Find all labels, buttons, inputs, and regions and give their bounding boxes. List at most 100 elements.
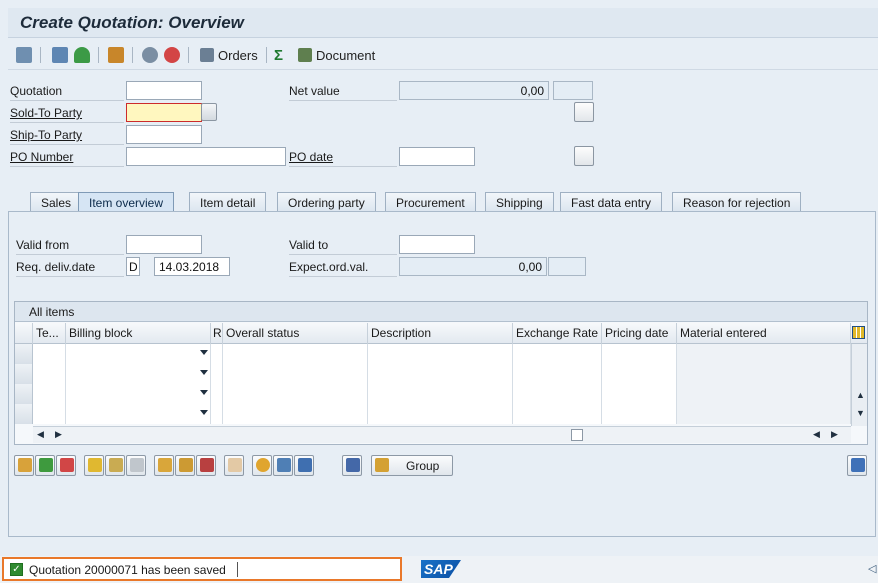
column-header[interactable]: Pricing date (602, 323, 677, 344)
delete-row-button[interactable] (56, 455, 76, 476)
table-cell[interactable] (513, 384, 602, 404)
scroll-right-icon[interactable]: ▶ (831, 429, 838, 440)
table-cell[interactable] (602, 384, 677, 404)
status-message-box[interactable]: ✓ Quotation 20000071 has been saved (2, 557, 402, 581)
table-cell[interactable] (223, 384, 368, 404)
deselect-all-button[interactable] (126, 455, 146, 476)
ship-to-party-input[interactable] (126, 125, 202, 144)
column-header[interactable]: Te... (33, 323, 66, 344)
collapse-status-icon[interactable]: ◁ (868, 562, 876, 575)
house-icon[interactable] (108, 46, 124, 64)
insert-row-button[interactable] (35, 455, 55, 476)
column-header[interactable]: Description (368, 323, 513, 344)
billing-block-cell[interactable] (66, 344, 211, 364)
row-selector[interactable] (15, 344, 33, 364)
scroll-down-icon[interactable]: ▼ (856, 408, 865, 418)
chevron-down-icon[interactable] (200, 410, 208, 415)
table-cell[interactable] (513, 404, 602, 424)
row-selector[interactable] (15, 384, 33, 404)
tab-shipping[interactable]: Shipping (485, 192, 554, 212)
table-cell[interactable] (33, 384, 66, 404)
valid-from-input[interactable] (126, 235, 202, 254)
scroll-thumb[interactable] (571, 429, 583, 441)
business-partner-icon[interactable] (74, 46, 90, 64)
table-cell[interactable] (33, 344, 66, 364)
availability-button[interactable] (196, 455, 216, 476)
po-date-label[interactable]: PO date (289, 150, 397, 167)
pricing-button[interactable] (154, 455, 174, 476)
tab-reason-for-rejection[interactable]: Reason for rejection (672, 192, 802, 212)
table-cell[interactable] (368, 344, 513, 364)
column-header[interactable]: R (211, 323, 223, 344)
table-row[interactable] (15, 384, 851, 404)
table-cell[interactable] (211, 344, 223, 364)
column-header[interactable]: Material entered (677, 323, 851, 344)
valid-to-input[interactable] (399, 235, 475, 254)
table-cell[interactable] (602, 364, 677, 384)
billing-block-cell[interactable] (66, 364, 211, 384)
search-document-icon[interactable] (574, 146, 594, 166)
tab-item-overview[interactable]: Item overview (78, 192, 175, 212)
table-cell[interactable] (33, 404, 66, 424)
scroll-left-icon[interactable]: ◀ (813, 429, 820, 440)
table-row[interactable] (15, 344, 851, 364)
item-details-button[interactable] (14, 455, 34, 476)
sort-button[interactable] (342, 455, 362, 476)
column-header[interactable]: Billing block (66, 323, 211, 344)
row-selector[interactable] (15, 404, 33, 424)
table-cell[interactable] (211, 404, 223, 424)
chevron-down-icon[interactable] (200, 390, 208, 395)
table-cell[interactable] (211, 384, 223, 404)
chevron-down-icon[interactable] (200, 350, 208, 355)
billing-block-cell[interactable] (66, 404, 211, 424)
sold-to-party-label[interactable]: Sold-To Party (10, 106, 124, 123)
scroll-up-icon[interactable]: ▲ (856, 390, 865, 400)
req-deliv-date-input[interactable] (154, 257, 230, 276)
tab-item-detail[interactable]: Item detail (189, 192, 267, 212)
value-help-button[interactable] (201, 103, 217, 121)
date-format-input[interactable] (126, 257, 140, 276)
table-cell[interactable] (368, 404, 513, 424)
scroll-left-icon[interactable]: ◀ (37, 429, 44, 440)
lab-button[interactable] (273, 455, 293, 476)
chevron-down-icon[interactable] (200, 370, 208, 375)
configuration-button[interactable] (175, 455, 195, 476)
tab-procurement[interactable]: Procurement (385, 192, 476, 212)
po-number-label[interactable]: PO Number (10, 150, 124, 167)
table-cell[interactable] (602, 344, 677, 364)
table-cell[interactable] (513, 344, 602, 364)
column-header[interactable]: Exchange Rate (513, 323, 602, 344)
display-change-icon[interactable] (16, 46, 32, 64)
tab-fast-data-entry[interactable]: Fast data entry (560, 192, 663, 212)
column-header[interactable]: Overall status (223, 323, 368, 344)
orders-button[interactable]: Orders (200, 46, 258, 64)
delete-icon[interactable] (164, 46, 180, 64)
table-cell[interactable] (513, 364, 602, 384)
scroll-right-icon[interactable]: ▶ (55, 429, 62, 440)
quotation-input[interactable] (126, 81, 202, 100)
header-details-icon[interactable] (52, 46, 68, 64)
select-block-button[interactable] (105, 455, 125, 476)
table-row[interactable] (15, 404, 851, 424)
sold-to-party-input[interactable] (126, 103, 202, 122)
refresh-button[interactable] (252, 455, 272, 476)
table-cell[interactable] (33, 364, 66, 384)
horizontal-scrollbar[interactable]: ◀ ▶ ◀ ▶ (33, 426, 851, 443)
group-button[interactable]: Group (371, 455, 453, 476)
table-cell[interactable] (223, 344, 368, 364)
table-cell[interactable] (223, 364, 368, 384)
table-cell[interactable] (368, 384, 513, 404)
table-settings-button[interactable] (847, 455, 867, 476)
document-button[interactable]: Document (298, 46, 375, 64)
tab-sales[interactable]: Sales (30, 192, 83, 212)
new-document-icon[interactable] (574, 102, 594, 122)
po-number-input[interactable] (126, 147, 286, 166)
table-row[interactable] (15, 364, 851, 384)
vertical-scrollbar[interactable]: ▲ ▼ (851, 344, 867, 426)
ship-to-party-label[interactable]: Ship-To Party (10, 128, 124, 145)
column-config-icon[interactable] (849, 323, 867, 344)
billing-block-cell[interactable] (66, 384, 211, 404)
select-all-cell[interactable] (15, 323, 33, 344)
table-cell[interactable] (211, 364, 223, 384)
row-selector[interactable] (15, 364, 33, 384)
